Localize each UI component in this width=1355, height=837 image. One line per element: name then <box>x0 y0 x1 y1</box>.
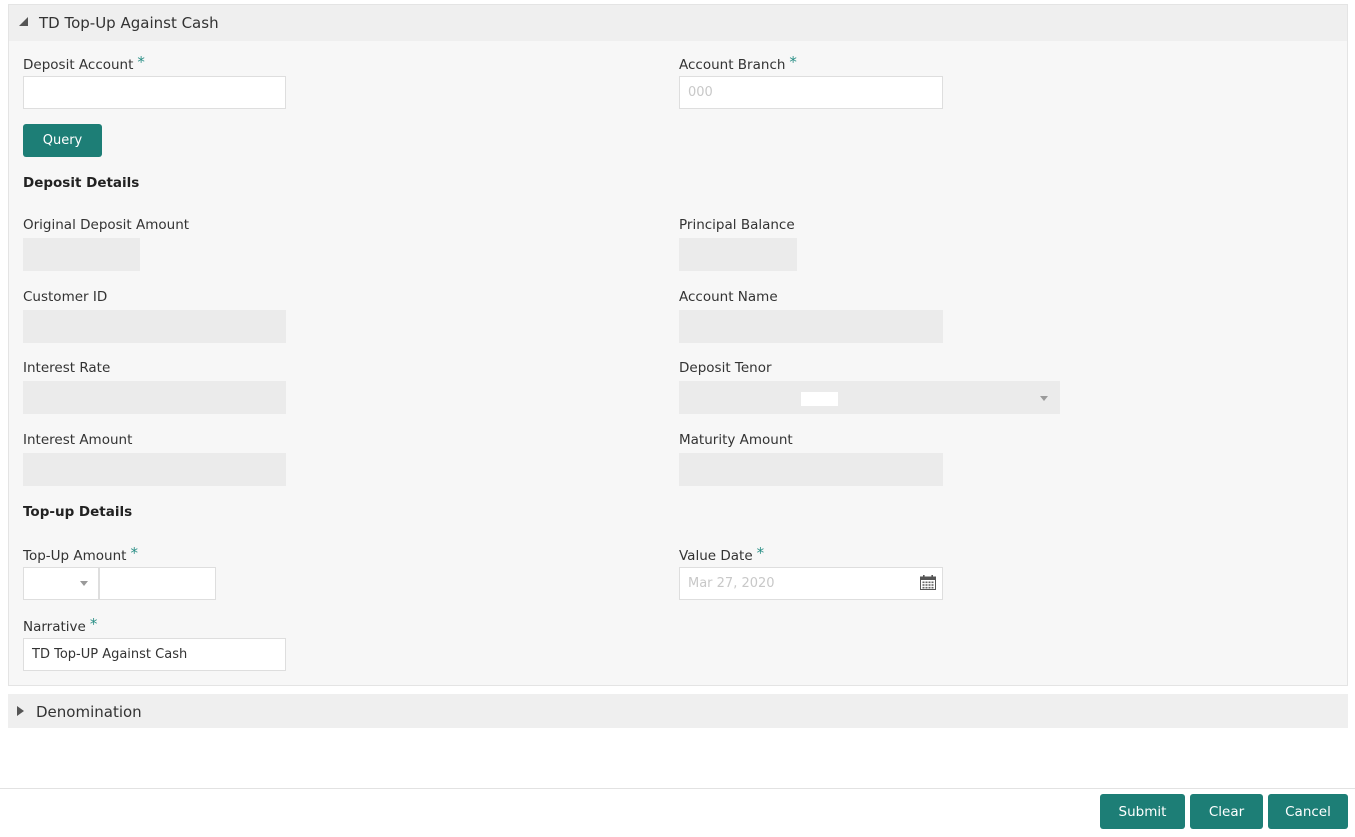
dropdown-caret-icon[interactable] <box>1040 396 1048 401</box>
required-marker: * <box>130 544 138 562</box>
maturity-amount-label: Maturity Amount <box>679 432 793 448</box>
topup-amount-input[interactable] <box>99 567 216 600</box>
account-name-label: Account Name <box>679 289 778 305</box>
deposit-tenor-value-chip <box>801 392 838 406</box>
dropdown-caret-icon[interactable] <box>80 581 88 586</box>
deposit-tenor-label: Deposit Tenor <box>679 360 772 376</box>
panel-header[interactable]: TD Top-Up Against Cash <box>9 5 1347 41</box>
interest-amount-field <box>23 453 286 486</box>
account-branch-label: Account Branch * <box>679 53 797 73</box>
interest-rate-label: Interest Rate <box>23 360 111 376</box>
cancel-button[interactable]: Cancel <box>1268 794 1348 829</box>
value-date-label: Value Date * <box>679 544 765 564</box>
query-button[interactable]: Query <box>23 124 102 157</box>
required-marker: * <box>789 53 797 71</box>
deposit-tenor-select[interactable] <box>679 381 1060 414</box>
clear-button[interactable]: Clear <box>1190 794 1263 829</box>
deposit-account-input[interactable] <box>23 76 286 109</box>
required-marker: * <box>756 544 765 562</box>
required-marker: * <box>89 615 98 633</box>
principal-balance-label: Principal Balance <box>679 217 795 233</box>
account-name-field <box>679 310 943 343</box>
topup-amount-label: Top-Up Amount * <box>23 544 138 564</box>
deposit-details-heading: Deposit Details <box>23 175 140 191</box>
principal-balance-field <box>679 238 797 271</box>
customer-id-label: Customer ID <box>23 289 108 305</box>
collapse-triangle-icon[interactable] <box>19 17 28 26</box>
interest-rate-field <box>23 381 286 414</box>
panel-title: TD Top-Up Against Cash <box>39 14 219 32</box>
value-date-input[interactable]: Mar 27, 2020 <box>679 567 943 600</box>
expand-triangle-icon[interactable] <box>17 706 24 716</box>
maturity-amount-field <box>679 453 943 486</box>
submit-button[interactable]: Submit <box>1100 794 1185 829</box>
deposit-account-label: Deposit Account * <box>23 53 145 73</box>
interest-amount-label: Interest Amount <box>23 432 133 448</box>
original-deposit-amount-field <box>23 238 140 271</box>
account-branch-input[interactable]: 000 <box>679 76 943 109</box>
required-marker: * <box>137 53 145 71</box>
original-deposit-amount-label: Original Deposit Amount <box>23 217 190 233</box>
calendar-icon[interactable] <box>920 575 936 590</box>
narrative-input[interactable]: TD Top-UP Against Cash <box>23 638 286 671</box>
footer-divider <box>0 788 1355 789</box>
topup-details-heading: Top-up Details <box>23 504 133 520</box>
customer-id-field <box>23 310 286 343</box>
denomination-title: Denomination <box>36 703 142 721</box>
denomination-section-header[interactable]: Denomination <box>8 694 1348 728</box>
narrative-label: Narrative * <box>23 615 98 635</box>
